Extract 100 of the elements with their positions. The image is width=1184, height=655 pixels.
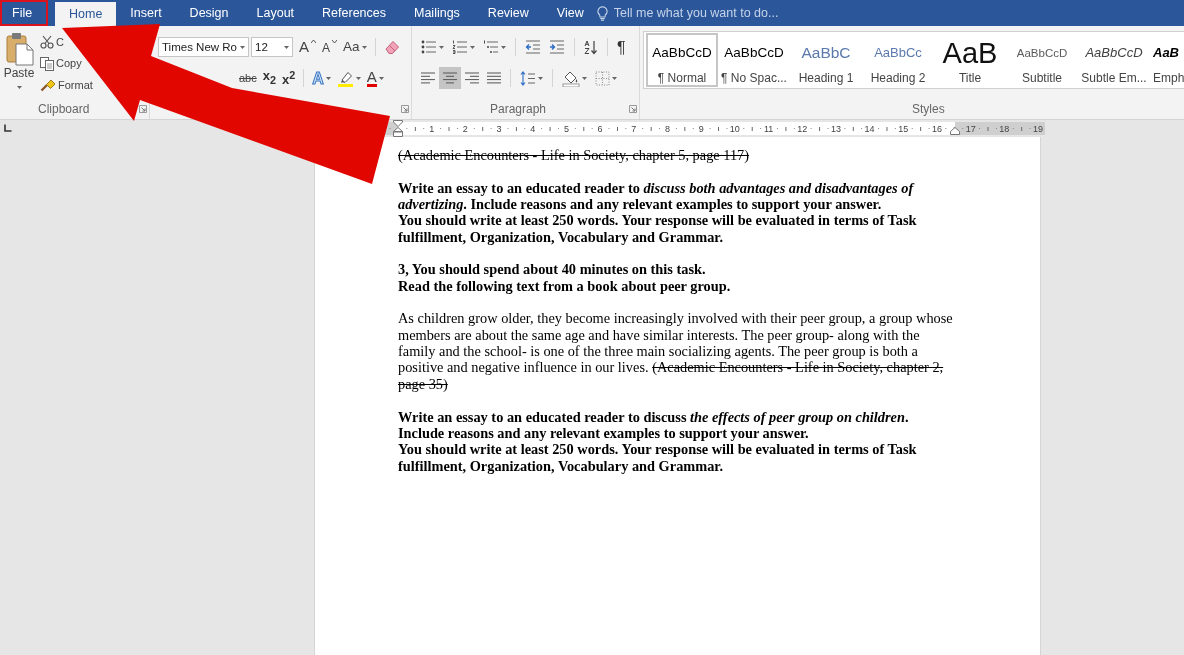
- ruler-number: 14: [864, 123, 875, 134]
- strikethrough-button[interactable]: abc: [236, 69, 260, 87]
- style-option[interactable]: AaBbCcD Subtle Em...: [1078, 33, 1150, 87]
- font-name-field[interactable]: Times New Ro: [158, 37, 249, 57]
- decrease-indent-icon: [525, 40, 541, 54]
- align-lines-icon: [486, 72, 502, 84]
- instruction-text: Write an essay to an educated reader to discuss the effects of peer group on children.: [398, 408, 910, 425]
- increase-indent-icon: [549, 40, 565, 54]
- style-option[interactable]: AaBbC Heading 1: [790, 33, 862, 87]
- indent-marker-icon[interactable]: [950, 127, 960, 135]
- tab-stop-icon[interactable]: [3, 124, 12, 133]
- ruler-number: 1: [429, 123, 435, 134]
- caret-icon: [16, 86, 22, 89]
- align-lines-icon: [442, 72, 458, 84]
- ruler-number: 13: [830, 123, 841, 134]
- ruler-number: 8: [665, 123, 670, 134]
- style-option[interactable]: AaBbCcD ¶ Normal: [646, 33, 718, 87]
- copy-button[interactable]: Copy: [40, 55, 82, 72]
- border-grid-icon: [595, 70, 610, 86]
- ribbon-tab[interactable]: Insert: [130, 6, 162, 20]
- format-painter-button[interactable]: Format: [40, 77, 93, 93]
- caret-icon: [284, 45, 289, 49]
- ribbon-tab[interactable]: References: [322, 6, 386, 20]
- ribbon-tab[interactable]: Layout: [256, 6, 295, 20]
- ruler-number: 3: [496, 123, 502, 134]
- reading-paragraph: As children grow older, they become increasingly involved with their peer group, a group whose members are about the same age and have similar interests. The peer group- along with the family and the school- is one of the three main socializing agents. The peer group is both a positive and negative influence in our lives. (Academic Encounters - Life in Society, chapter 2, page 35): [398, 310, 954, 393]
- caret-icon: [439, 45, 444, 49]
- ruler-number: 4: [530, 123, 536, 134]
- style-option[interactable]: AaBbCcD ¶ No Spac...: [718, 33, 790, 87]
- paint-bucket-icon: [562, 69, 580, 87]
- up-caret-icon: [311, 40, 316, 43]
- caret-icon: [240, 45, 245, 49]
- style-option[interactable]: AaBbCcD Subtitle: [1006, 33, 1078, 87]
- ruler-number: 18: [999, 123, 1010, 134]
- show-marks-button[interactable]: ¶: [613, 38, 630, 56]
- ribbon-tab[interactable]: Home: [55, 2, 117, 26]
- caret-icon: [470, 45, 475, 49]
- ruler-number: 17: [965, 123, 976, 134]
- dialog-launcher-icon[interactable]: [401, 104, 409, 113]
- superscript-button[interactable]: x$^{2}$: [279, 69, 299, 87]
- bullet-list-icon: [421, 40, 437, 54]
- ruler-number: 7: [631, 123, 637, 134]
- paste-button[interactable]: Paste: [0, 32, 38, 89]
- style-option[interactable]: AaBbCc Heading 2: [862, 33, 934, 87]
- ribbon-tab[interactable]: Review: [487, 6, 529, 20]
- tell-me-search-field[interactable]: Tell me what you want to do...: [613, 5, 804, 21]
- group-label: Clipboard: [38, 101, 90, 116]
- ruler-number: 5: [563, 123, 569, 134]
- cut-button[interactable]: C: [40, 34, 64, 50]
- ribbon-tab[interactable]: File: [0, 0, 48, 26]
- citation-text: (Academic Encounters - Life in Society, chapter 5, page 117): [398, 147, 750, 164]
- paintbrush-icon: [40, 78, 56, 92]
- ruler-number: 15: [898, 123, 909, 134]
- ruler-number: 11: [763, 123, 774, 134]
- ribbon-tab[interactable]: Design: [189, 6, 229, 20]
- ruler-number: 9: [698, 123, 704, 134]
- multilevel-list-icon: [483, 40, 499, 54]
- down-caret-icon: [332, 40, 338, 43]
- caret-icon: [325, 76, 331, 80]
- ruler-number: 19: [1033, 123, 1044, 134]
- group-label: Paragraph: [490, 101, 547, 116]
- caret-icon: [355, 76, 361, 80]
- font-size-field[interactable]: 12: [251, 37, 293, 57]
- instruction-text: You should write at least 250 words. Your response will be evaluated in terms of Task fulfillment, Organization, Vocabulary and Grammar.: [398, 212, 918, 246]
- eraser-icon: [383, 39, 400, 55]
- style-option[interactable]: AaB Emph: [1150, 33, 1184, 87]
- numbered-list-icon: [452, 40, 468, 54]
- group-label: Styles: [912, 101, 945, 116]
- caret-icon: [361, 45, 367, 49]
- dialog-launcher-icon[interactable]: [139, 104, 147, 113]
- caret-icon: [501, 45, 506, 49]
- instruction-text: Include reasons and any relevant examples to support your answer.: [398, 424, 809, 442]
- dialog-launcher-icon[interactable]: [629, 104, 637, 113]
- indent-marker-icon[interactable]: [393, 120, 403, 137]
- highlighter-icon: [336, 69, 354, 87]
- ruler-number: 12: [797, 123, 808, 134]
- align-lines-icon: [420, 72, 436, 84]
- change-case-button[interactable]: Aa: [340, 38, 370, 56]
- sort-icon: [584, 39, 598, 55]
- ribbon-tab[interactable]: View: [556, 6, 584, 20]
- subscript-button[interactable]: x$_{2}$: [259, 69, 279, 87]
- align-lines-icon: [464, 72, 480, 84]
- shrink-font-button[interactable]: A: [319, 38, 341, 56]
- caret-icon: [378, 76, 384, 80]
- style-option[interactable]: AaB Title: [934, 33, 1006, 87]
- grow-font-button[interactable]: A: [296, 38, 319, 56]
- font-color-button[interactable]: A: [363, 69, 387, 87]
- caret-icon: [582, 76, 587, 80]
- ribbon-tab[interactable]: Mailings: [414, 6, 460, 20]
- align-button[interactable]: [439, 67, 461, 89]
- instruction-text: Read the following text from a book about peer group.: [398, 277, 732, 295]
- scissors-icon: [40, 35, 54, 49]
- instruction-text: You should write at least 250 words. Your response will be evaluated in terms of Task fulfillment, Organization, Vocabulary and Grammar.: [398, 441, 918, 474]
- instruction-text: 3, You should spend about 40 minutes on this task.: [398, 261, 707, 278]
- ruler-number: 2: [462, 123, 468, 134]
- lightbulb-icon: [596, 5, 608, 21]
- ruler-number: 6: [597, 123, 603, 134]
- ruler-number: 16: [932, 123, 942, 134]
- instruction-text: Write an essay to an educated reader to discuss both advantages and disadvantages of advertizing. Include reasons and any relevant examples to support your answer.: [398, 179, 916, 213]
- clipboard-icon: [6, 32, 34, 66]
